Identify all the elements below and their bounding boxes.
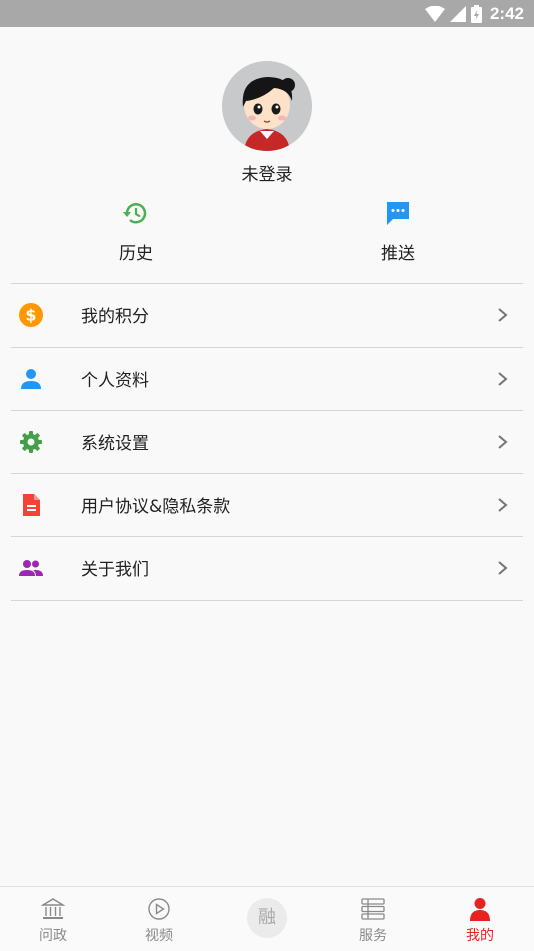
menu-item-profile[interactable]: 个人资料 <box>11 348 523 410</box>
chevron-right-icon <box>498 498 508 512</box>
dollar-coin-icon: $ <box>19 303 43 327</box>
nav-rong[interactable]: 融 <box>213 887 319 951</box>
menu-item-label: 关于我们 <box>81 560 149 580</box>
bottom-nav: 问政 视频 融 服务 我的 <box>0 886 534 951</box>
chevron-right-icon <box>498 308 508 322</box>
divider <box>11 600 523 601</box>
svg-text:$: $ <box>25 306 36 325</box>
menu-item-label: 系统设置 <box>81 434 149 454</box>
menu-item-label: 用户协议&隐私条款 <box>81 497 231 517</box>
person-icon <box>21 369 41 389</box>
nav-label: 问政 <box>39 928 67 944</box>
status-time: 2:42 <box>489 3 524 23</box>
battery-icon <box>470 4 482 23</box>
nav-label: 我的 <box>466 928 494 944</box>
menu-item-label: 个人资料 <box>81 371 149 391</box>
rong-center-icon: 融 <box>247 898 287 938</box>
services-list-icon <box>361 898 385 920</box>
nav-label: 视频 <box>145 928 173 944</box>
nav-mine[interactable]: 我的 <box>427 887 533 951</box>
login-status[interactable]: 未登录 <box>0 160 534 185</box>
nav-video[interactable]: 视频 <box>106 887 212 951</box>
history-label: 历史 <box>119 244 153 264</box>
chevron-right-icon <box>498 435 508 449</box>
history-button[interactable]: 历史 <box>71 198 201 264</box>
menu-item-label: 我的积分 <box>81 307 149 327</box>
history-icon <box>123 203 147 224</box>
wifi-icon <box>424 5 445 22</box>
nav-services[interactable]: 服务 <box>320 887 426 951</box>
nav-label: 服务 <box>359 928 387 944</box>
push-label: 推送 <box>381 244 415 264</box>
menu-item-settings[interactable]: 系统设置 <box>11 411 523 473</box>
play-circle-icon <box>148 898 170 920</box>
group-icon <box>19 560 43 576</box>
government-building-icon <box>41 898 65 919</box>
profile-header: 未登录 <box>0 27 534 192</box>
menu-item-agreement[interactable]: 用户协议&隐私条款 <box>11 474 523 536</box>
avatar[interactable] <box>222 61 312 151</box>
menu-item-about[interactable]: 关于我们 <box>11 537 523 599</box>
cartoon-avatar-icon <box>222 61 312 151</box>
chevron-right-icon <box>498 561 508 575</box>
person-icon <box>470 898 490 921</box>
gear-icon <box>20 431 42 453</box>
nav-wenzheng[interactable]: 问政 <box>0 887 106 951</box>
signal-icon <box>449 5 466 22</box>
document-icon <box>23 494 40 516</box>
push-button[interactable]: 推送 <box>333 198 463 264</box>
menu-item-points[interactable]: $ 我的积分 <box>11 284 523 346</box>
status-bar: 2:42 <box>0 0 534 27</box>
message-icon <box>387 202 409 225</box>
chevron-right-icon <box>498 372 508 386</box>
